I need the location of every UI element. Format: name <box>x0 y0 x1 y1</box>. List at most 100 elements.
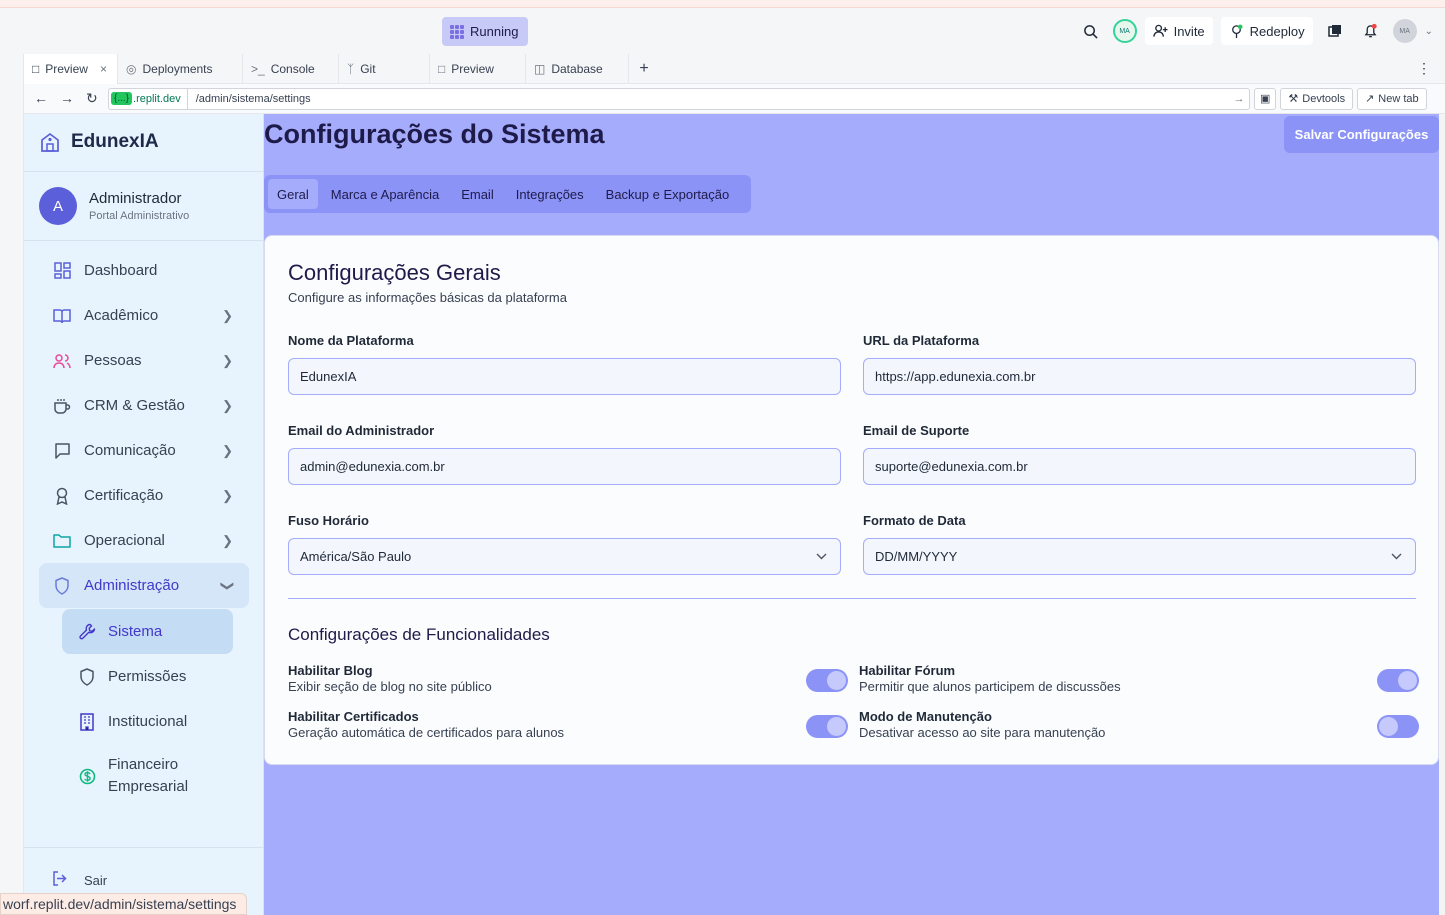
url-host: {...} .replit.dev <box>109 88 188 109</box>
collaborator-avatar[interactable]: MA <box>1112 19 1137 43</box>
date-format-select[interactable]: DD/MM/YYYY <box>863 538 1416 575</box>
tab-label: Console <box>270 62 315 76</box>
new-tab-button[interactable]: ↗ New tab <box>1357 87 1427 110</box>
url-host-text: .replit.dev <box>133 92 181 105</box>
git-icon: ᛉ <box>347 62 355 76</box>
forum-toggle[interactable] <box>1377 669 1419 692</box>
sidebar-item-label: Administração <box>84 577 180 594</box>
blog-toggle[interactable] <box>806 669 848 692</box>
feature-name: Habilitar Fórum <box>859 663 956 678</box>
feature-desc: Permitir que alunos participem de discus… <box>859 679 1121 694</box>
date-format-label: Formato de Data <box>863 513 966 528</box>
sidebar-item-operacional[interactable]: Operacional ❯ <box>39 518 249 563</box>
monitor-icon: □ <box>32 62 40 76</box>
main-content: Configurações do Sistema Salvar Configur… <box>264 114 1439 915</box>
sidebar-item-comunicacao[interactable]: Comunicação ❯ <box>39 428 249 473</box>
sidebar-item-certificacao[interactable]: Certificação ❯ <box>39 473 249 518</box>
platform-url-label: URL da Plataforma <box>863 333 980 348</box>
tab-preview-2[interactable]: □ Preview <box>430 54 526 84</box>
sidebar-subitem-financeiro[interactable]: Financeiro Empresarial <box>62 747 233 805</box>
reload-icon[interactable]: ↻ <box>86 90 98 107</box>
features-title: Configurações de Funcionalidades <box>288 625 550 644</box>
status-url: worf.replit.dev/admin/sistema/settings <box>0 893 248 915</box>
divider <box>24 171 264 172</box>
run-status-button[interactable]: Running <box>442 17 529 46</box>
more-icon[interactable]: ⋮ <box>1417 60 1431 77</box>
toggle-knob <box>827 717 846 736</box>
platform-name-input[interactable]: EdunexIA <box>288 358 841 395</box>
app-sidebar: EdunexIA A Administrador Portal Administ… <box>24 114 264 915</box>
screen-icon[interactable]: ▣ <box>1254 87 1277 110</box>
divider <box>288 598 1416 599</box>
tab-deployments[interactable]: ◎ Deployments <box>118 54 243 84</box>
devtools-button[interactable]: ⚒ Devtools <box>1280 87 1354 110</box>
building-icon <box>41 132 59 152</box>
brand[interactable]: EdunexIA <box>39 131 159 153</box>
sidebar-item-academico[interactable]: Acadêmico ❯ <box>39 293 249 338</box>
sidebar-item-pessoas[interactable]: Pessoas ❯ <box>39 338 249 383</box>
tab-preview[interactable]: □ Preview × <box>24 54 118 84</box>
page-title: Configurações do Sistema <box>264 119 605 149</box>
tab-console[interactable]: >_ Console <box>243 54 339 84</box>
timezone-select[interactable]: América/São Paulo <box>288 538 841 575</box>
sidebar-item-label: Certificação <box>84 487 164 504</box>
sidebar-item-crm[interactable]: CRM & Gestão ❯ <box>39 383 249 428</box>
sidebar-item-dashboard[interactable]: Dashboard <box>39 248 249 293</box>
database-icon: ◫ <box>534 62 546 76</box>
redeploy-button[interactable]: Redeploy <box>1220 17 1313 45</box>
tab-git[interactable]: ᛉ Git <box>339 54 430 84</box>
timezone-value: América/São Paulo <box>300 549 412 564</box>
sidebar-subitem-institucional[interactable]: Institucional <box>62 699 233 744</box>
save-button[interactable]: Salvar Configurações <box>1284 116 1439 153</box>
go-arrow-icon[interactable]: → <box>1229 93 1249 105</box>
manutencao-toggle[interactable] <box>1377 715 1419 738</box>
layers-icon[interactable] <box>1321 17 1349 45</box>
new-tab-label: New tab <box>1378 92 1419 105</box>
admin-email-value: admin@edunexia.com.br <box>300 459 445 474</box>
bell-icon[interactable] <box>1357 17 1385 45</box>
add-tab-button[interactable]: + <box>629 54 659 83</box>
tab-database[interactable]: ◫ Database <box>526 54 629 84</box>
user-avatar[interactable]: MA <box>1392 19 1417 43</box>
tab-integracoes[interactable]: Integrações <box>507 179 593 209</box>
sidebar-subitem-permissoes[interactable]: Permissões <box>62 654 233 699</box>
url-bar-row: ← → ↻ {...} .replit.dev /admin/sistema/s… <box>24 84 1445 114</box>
tab-label: Git <box>360 62 376 76</box>
chevron-down-icon[interactable]: ⌄ <box>1425 26 1433 37</box>
tab-marca[interactable]: Marca e Aparência <box>322 179 448 209</box>
tab-email[interactable]: Email <box>452 179 503 209</box>
certificados-toggle[interactable] <box>806 715 848 738</box>
invite-button[interactable]: Invite <box>1144 17 1213 45</box>
feature-name: Habilitar Certificados <box>288 709 419 724</box>
users-icon <box>53 352 71 370</box>
tab-label: Deployments <box>142 62 213 76</box>
platform-url-input[interactable]: https://app.edunexia.com.br <box>863 358 1416 395</box>
url-field[interactable]: {...} .replit.dev /admin/sistema/setting… <box>108 87 1250 110</box>
logout-button[interactable]: Sair <box>52 871 107 889</box>
sidebar-nav: Dashboard Acadêmico ❯ Pessoas ❯ CRM & Ge… <box>39 248 249 805</box>
forward-icon[interactable]: → <box>60 90 74 107</box>
support-email-value: suporte@edunexia.com.br <box>875 459 1028 474</box>
sidebar-item-administracao[interactable]: Administração ❯ <box>39 563 249 608</box>
sidebar-subitem-sistema[interactable]: Sistema <box>62 609 233 654</box>
run-status-label: Running <box>470 24 519 39</box>
back-icon[interactable]: ← <box>34 90 48 107</box>
user-role: Portal Administrativo <box>89 210 190 222</box>
tab-geral[interactable]: Geral <box>268 179 318 209</box>
tab-label: Database <box>551 62 603 76</box>
sidebar-item-label: Permissões <box>108 668 187 685</box>
logout-label: Sair <box>84 872 108 888</box>
tab-backup[interactable]: Backup e Exportação <box>597 179 739 209</box>
toggle-knob <box>1379 717 1398 736</box>
toggle-knob <box>827 671 846 690</box>
tab-label: Preview <box>451 62 494 76</box>
timezone-label: Fuso Horário <box>288 513 369 528</box>
admin-email-label: Email do Administrador <box>288 423 435 438</box>
close-icon[interactable]: × <box>100 62 107 76</box>
card-title: Configurações Gerais <box>288 260 501 285</box>
coffee-icon <box>53 397 71 415</box>
support-email-input[interactable]: suporte@edunexia.com.br <box>863 448 1416 485</box>
search-icon[interactable] <box>1077 17 1105 45</box>
admin-email-input[interactable]: admin@edunexia.com.br <box>288 448 841 485</box>
url-host-pill: {...} <box>111 92 133 105</box>
